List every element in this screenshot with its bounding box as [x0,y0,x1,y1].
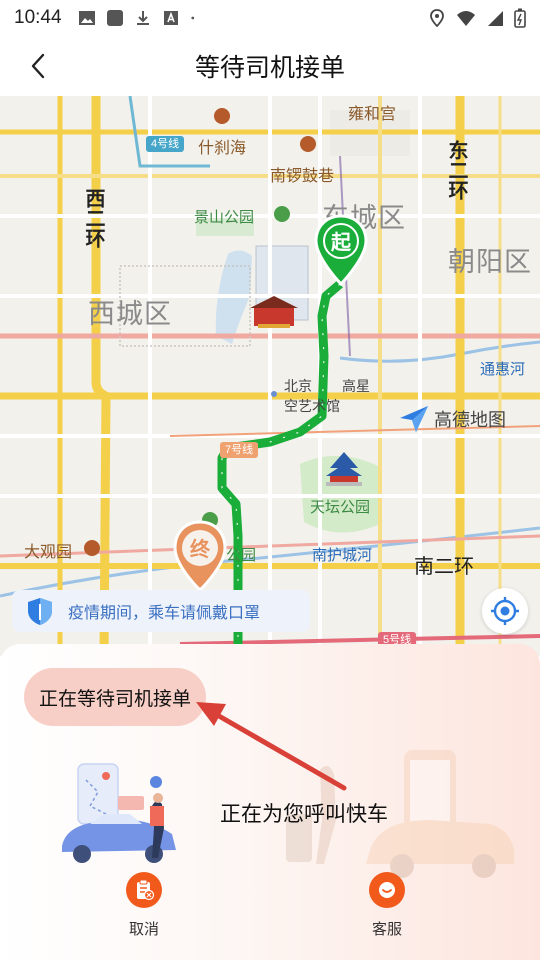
subway-tag-line4: 4号线 [146,136,185,152]
customer-service-button[interactable]: 客服 [347,872,427,939]
image-icon [78,11,95,25]
back-button[interactable] [20,48,56,84]
theater-overlap-glyph [312,376,342,396]
status-left-icons [78,9,200,27]
status-pill: 正在等待司机接单 [24,668,206,726]
status-pill-text: 正在等待司机接单 [38,687,191,710]
map-label-nanhucheng: 南护城河 [312,546,373,564]
map-label-theater-prefix: 北京 [284,379,312,395]
end-marker[interactable]: 终 [172,520,228,593]
map-label-daguanyuan: 大观园 [24,542,73,561]
start-marker-label: 起 [331,230,351,254]
screen: 10:44 等待司机接单 雍和宫 什刹海 南锣鼓巷 景山公园 东城区 西城区 朝… [0,0,540,960]
map-label-tonghuihe: 通惠河 [480,360,526,378]
wifi-icon [457,11,475,26]
download-icon [136,11,149,25]
map-view[interactable]: 雍和宫 什刹海 南锣鼓巷 景山公园 东城区 西城区 朝阳区 西二环 东二环 南二… [0,96,540,656]
map-label-tiantan: 天坛公园 [310,498,371,516]
status-bar: 10:44 [0,0,540,36]
map-label-jingshan: 景山公园 [194,208,255,226]
amap-logo: 高德地图 [398,404,506,434]
locate-button[interactable] [482,588,528,634]
map-label-xicheng: 西城区 [88,299,172,330]
map-label-theater: 北京 高星 空艺术馆 [284,376,370,416]
map-label-south-2nd-ring: 南二环 [414,554,474,578]
app-icon [106,10,123,26]
shield-icon [28,598,52,625]
amap-arrow-icon [400,406,428,432]
map-label-chaoyang: 朝阳区 [448,247,532,278]
page-title: 等待司机接单 [194,53,345,82]
cancel-order-icon [137,879,155,901]
header: 等待司机接单 [0,36,540,96]
end-marker-label: 终 [190,537,210,561]
order-status-panel: 正在等待司机接单 正在为您呼叫快车 取消 客服 [0,644,540,960]
status-time: 10:44 [14,7,62,28]
car-illustration [62,763,176,863]
customer-service-label: 客服 [371,920,402,938]
map-label-west-2nd-ring: 西二环 [82,188,106,248]
status-right-icons [428,8,526,28]
cancel-order-label: 取消 [128,920,159,938]
location-icon [430,9,444,27]
map-label-shichahai: 什刹海 [198,138,247,157]
map-label-yonghegong: 雍和宫 [348,104,397,123]
start-marker[interactable]: 起 [314,214,368,287]
cancel-order-icon-circle [126,872,162,908]
locate-icon [491,597,519,625]
customer-service-icon-circle [369,872,405,908]
amap-logo-text: 高德地图 [434,410,506,431]
calling-text: 正在为您呼叫快车 [220,802,388,826]
map-label-theater-line1-rest: 高星 [342,379,370,395]
mask-notice: 疫情期间，乘车请佩戴口罩 [12,590,310,632]
map-label-nanluoguxiang: 南锣鼓巷 [270,166,335,185]
notice-text: 疫情期间，乘车请佩戴口罩 [68,603,261,622]
subway-tag-line7: 7号线 [220,442,259,458]
font-icon [163,11,178,25]
map-label-theater-line2: 空艺术馆 [284,399,340,415]
customer-service-icon [379,882,395,898]
chevron-left-icon [31,53,45,79]
battery-icon [514,8,526,28]
signal-icon [488,11,503,26]
map-label-east-2nd-ring: 东二环 [445,140,469,200]
map-label-park-partial: 公园 [226,546,257,564]
cancel-order-button[interactable]: 取消 [104,872,184,939]
dot-icon [190,16,194,20]
